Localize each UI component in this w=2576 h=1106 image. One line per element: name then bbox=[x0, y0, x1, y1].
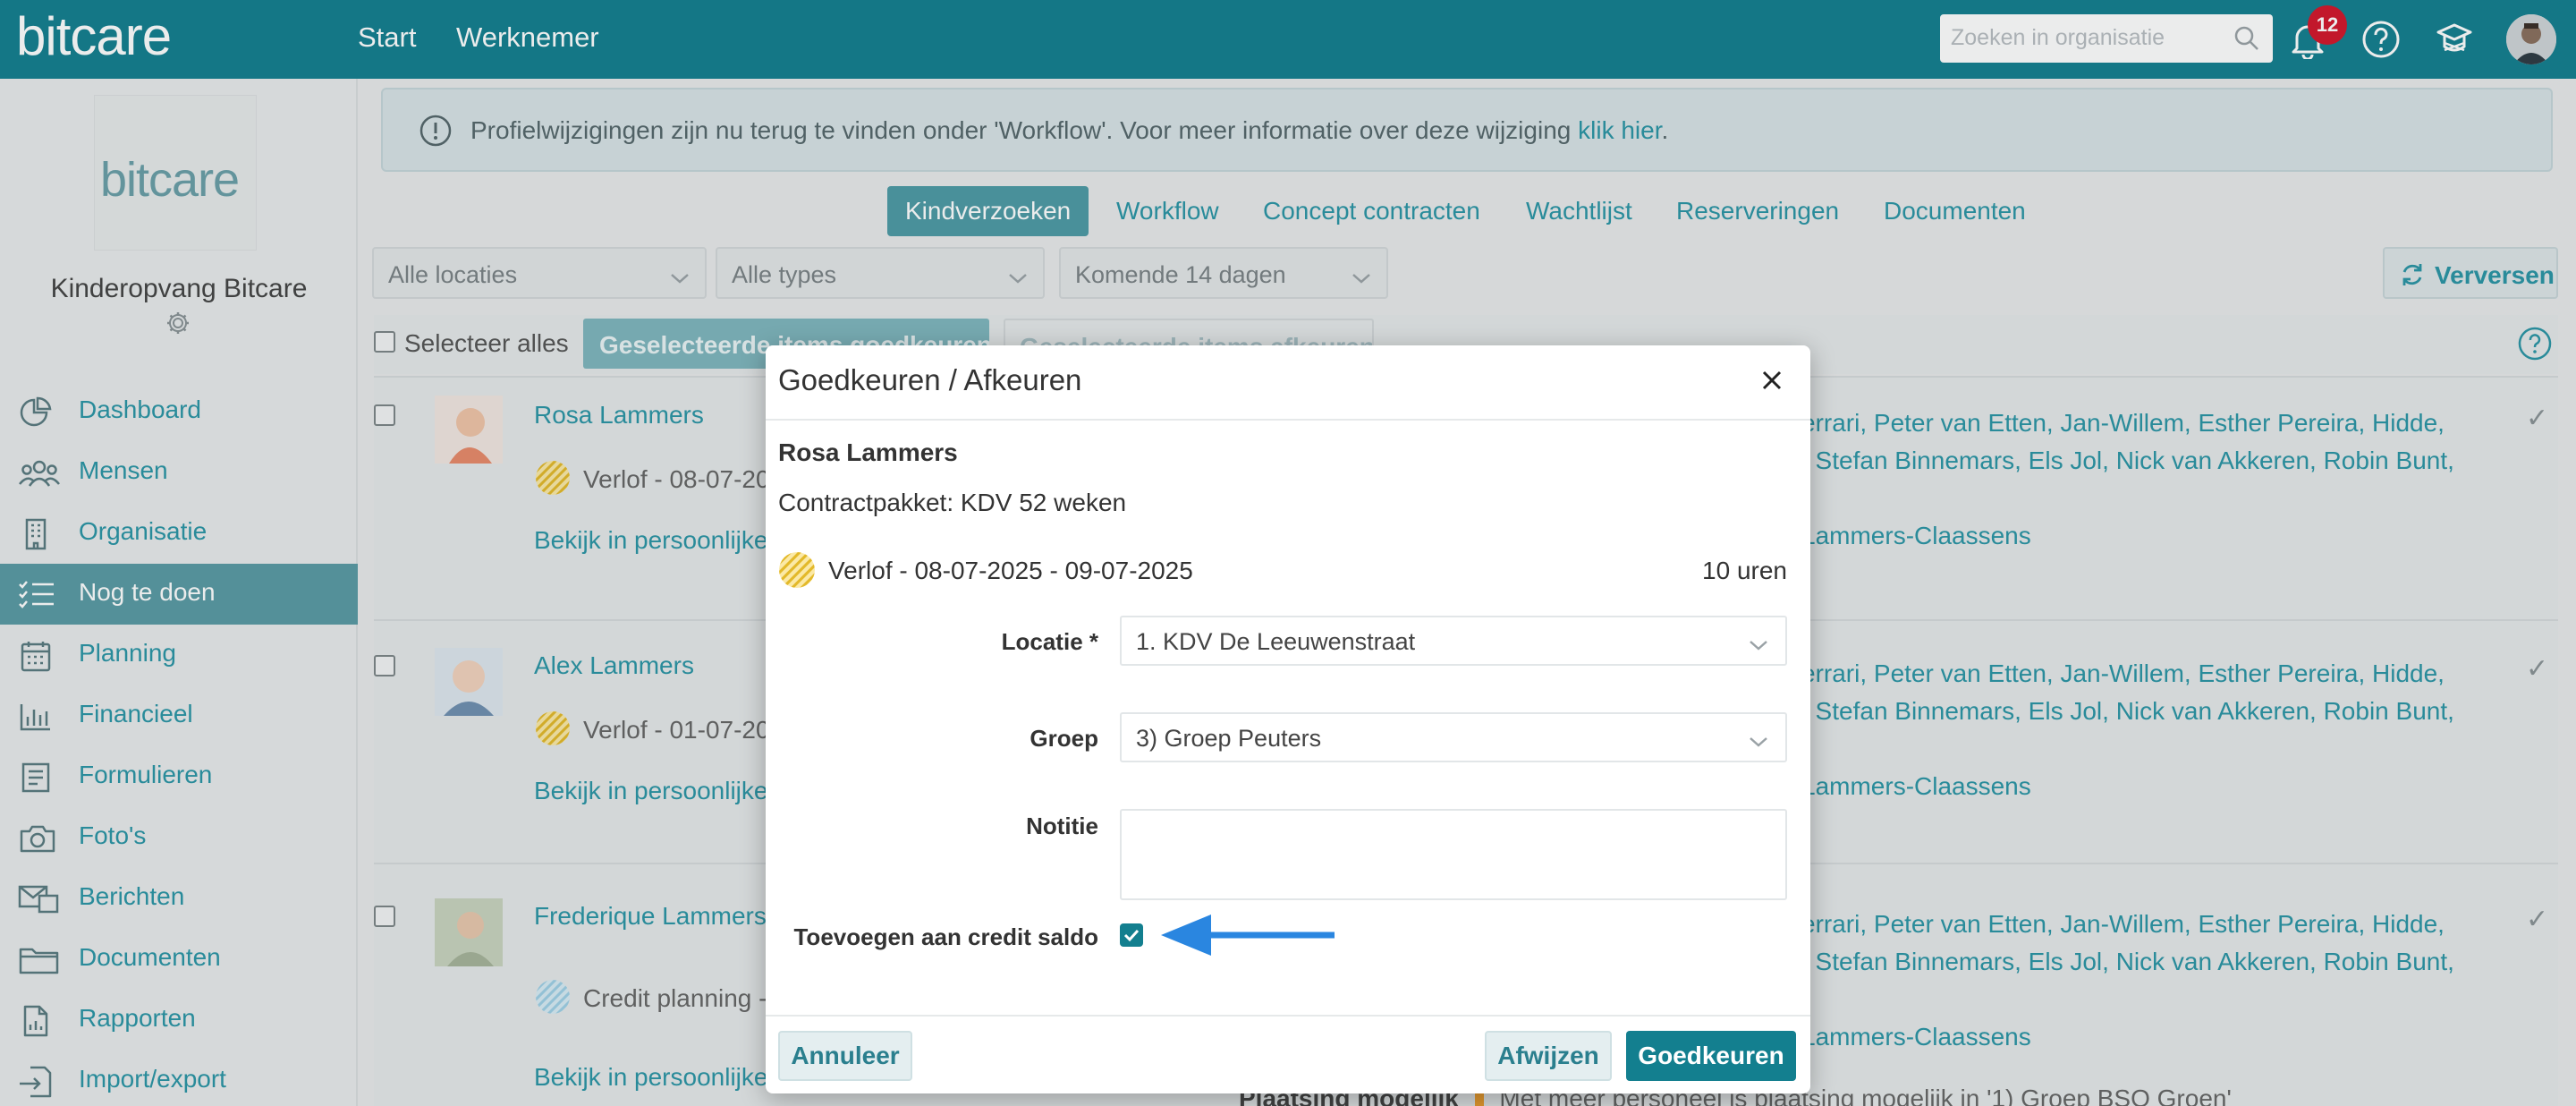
group-label: Groep bbox=[1030, 725, 1098, 752]
modal-contract: Contractpakket: KDV 52 weken bbox=[778, 489, 1127, 516]
note-textarea[interactable] bbox=[1120, 809, 1787, 900]
arrow-left-icon bbox=[1159, 913, 1338, 962]
location-label: Locatie * bbox=[1001, 628, 1098, 655]
cancel-button[interactable]: Annuleer bbox=[778, 1031, 912, 1081]
modal-title: Goedkeuren / Afkeuren bbox=[778, 363, 1082, 396]
modal-footer-divider bbox=[766, 1015, 1810, 1017]
chevron-down-icon bbox=[1748, 632, 1769, 659]
modal-child-name: Rosa Lammers bbox=[778, 438, 958, 466]
approve-button[interactable]: Goedkeuren bbox=[1626, 1031, 1796, 1081]
group-select[interactable]: 3) Groep Peuters bbox=[1120, 712, 1787, 762]
modal-request: Verlof - 08-07-2025 - 09-07-2025 bbox=[828, 557, 1193, 584]
reject-button[interactable]: Afwijzen bbox=[1485, 1031, 1612, 1081]
credit-checkbox[interactable] bbox=[1120, 923, 1143, 947]
credit-label: Toevoegen aan credit saldo bbox=[793, 923, 1098, 950]
approve-reject-modal: Goedkeuren / Afkeuren Rosa Lammers Contr… bbox=[766, 345, 1810, 1093]
leave-type-icon bbox=[778, 551, 816, 593]
chevron-down-icon bbox=[1748, 728, 1769, 756]
modal-hours: 10 uren bbox=[1702, 557, 1787, 584]
note-label: Notitie bbox=[1026, 812, 1098, 839]
location-select[interactable]: 1. KDV De Leeuwenstraat bbox=[1120, 616, 1787, 666]
close-icon[interactable] bbox=[1760, 369, 1784, 396]
modal-divider bbox=[766, 419, 1810, 421]
